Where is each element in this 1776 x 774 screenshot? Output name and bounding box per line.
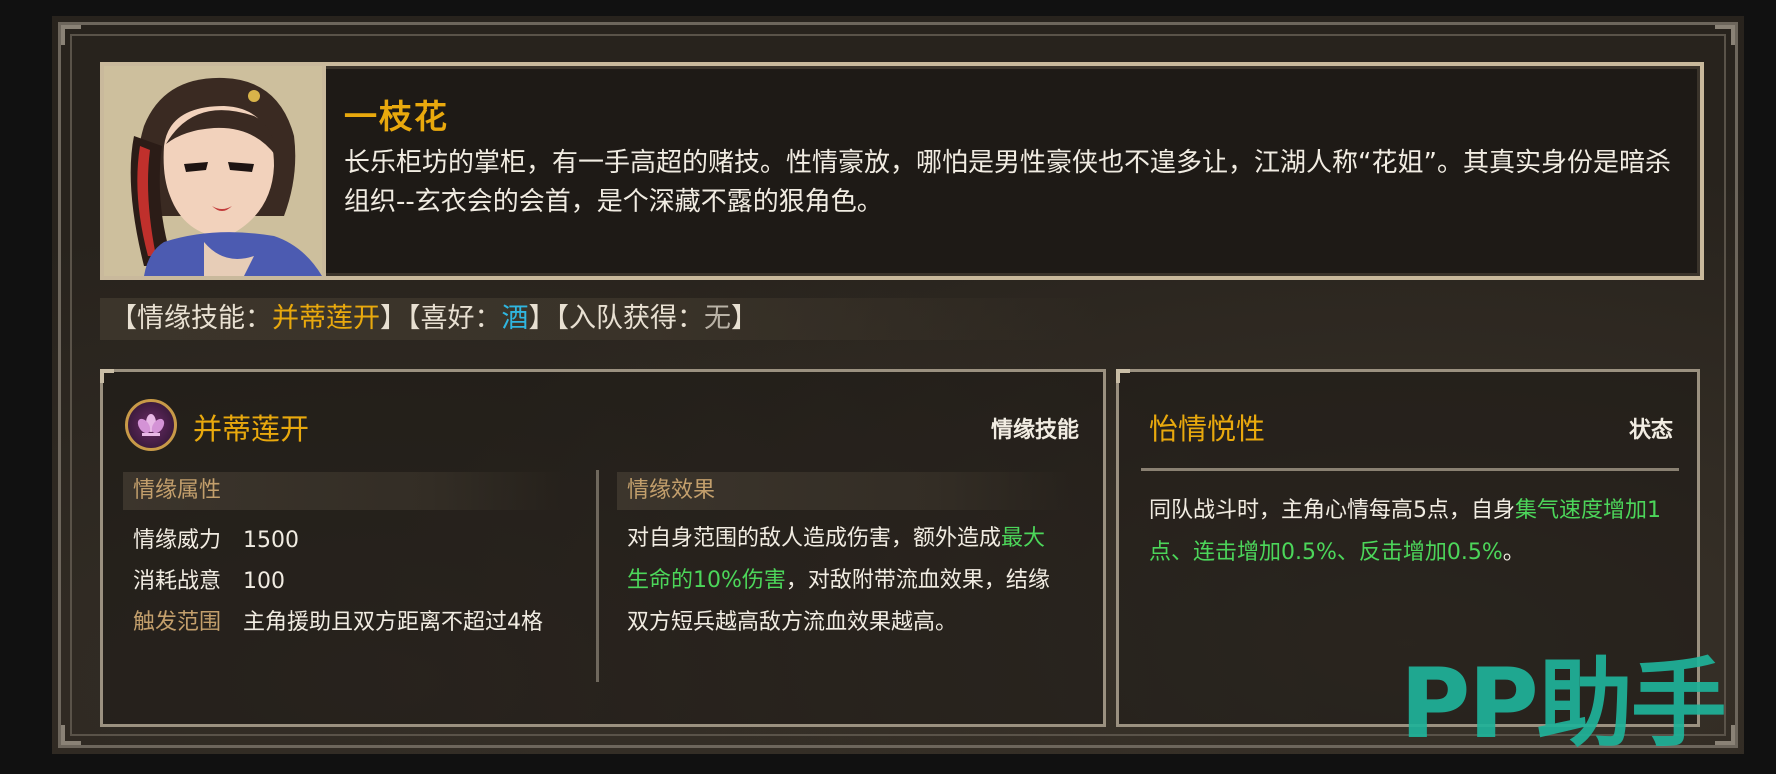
- lotus-icon: [125, 399, 177, 451]
- status-divider: [1141, 468, 1679, 471]
- profile-card: 一枝花 长乐柜坊的掌柜，有一手高超的赌技。性情豪放，哪怕是男性豪侠也不遑多让，江…: [100, 62, 1704, 280]
- skill-label: 【情缘技能：: [110, 303, 272, 334]
- attribute-value: 100: [243, 569, 285, 594]
- pp-assistant-watermark: PP助手: [1400, 648, 1727, 760]
- character-portrait: [100, 62, 326, 280]
- attribute-row: 触发范围 主角援助且双方距离不超过4格: [133, 604, 543, 636]
- box-corner: [100, 369, 114, 383]
- status-description: 同队战斗时，主角心情每高5点，自身集气速度增加1点、连击增加0.5%、反击增加0…: [1149, 490, 1679, 574]
- skill-value: 并蒂莲开: [272, 303, 380, 334]
- attribute-key: 消耗战意: [133, 569, 222, 594]
- status-type-label: 状态: [1628, 418, 1673, 443]
- box-corner: [1116, 369, 1130, 383]
- attribute-value: 主角援助且双方距离不超过4格: [243, 610, 543, 635]
- bracket-close: 】: [731, 303, 758, 334]
- skill-title: 并蒂莲开: [193, 412, 310, 446]
- attribute-key: 触发范围: [133, 610, 222, 635]
- bracket-close: 】: [528, 303, 556, 334]
- hobby-label: 【喜好：: [407, 303, 502, 334]
- column-divider: [596, 470, 599, 682]
- character-description: 长乐柜坊的掌柜，有一手高超的赌技。性情豪放，哪怕是男性豪侠也不遑多让，江湖人称“…: [344, 148, 1671, 217]
- character-info-panel: 一枝花 长乐柜坊的掌柜，有一手高超的赌技。性情豪放，哪怕是男性豪侠也不遑多让，江…: [52, 16, 1744, 754]
- join-reward-value: 无: [704, 303, 731, 334]
- portrait-image: [104, 66, 322, 276]
- status-title: 怡情悦性: [1149, 412, 1266, 446]
- status-text-part: 同队战斗时，主角心情每高5点，自身: [1149, 498, 1515, 523]
- status-text-part: 。: [1502, 540, 1525, 565]
- attribute-value: 1500: [243, 528, 299, 553]
- effect-text-part: 对自身范围的敌人造成伤害，额外造成: [627, 526, 1002, 551]
- hobby-value: 酒: [501, 303, 529, 334]
- effect-section-header: 情缘效果: [617, 472, 1073, 510]
- join-reward-label: 【入队获得：: [555, 303, 705, 334]
- attribute-key: 情缘威力: [133, 528, 222, 553]
- lotus-glyph: [137, 414, 165, 436]
- affinity-skill-box: 并蒂莲开 情缘技能 情缘属性 情缘威力 1500 消耗战意 100 触发范围 主角援助…: [100, 369, 1106, 727]
- attribute-row: 消耗战意 100: [133, 563, 285, 595]
- attribute-row: 情缘威力 1500: [133, 522, 299, 554]
- character-info-strip: 【情缘技能：并蒂莲开】【喜好：酒】【入队获得：无】: [100, 298, 1100, 340]
- character-name: 一枝花: [344, 97, 449, 136]
- skill-type-label: 情缘技能: [990, 418, 1079, 443]
- bracket-close: 】: [380, 303, 407, 334]
- skill-effect-text: 对自身范围的敌人造成伤害，额外造成最大生命的10%伤害，对敌附带流血效果，结缘双…: [627, 518, 1067, 644]
- attribute-section-header: 情缘属性: [123, 472, 563, 510]
